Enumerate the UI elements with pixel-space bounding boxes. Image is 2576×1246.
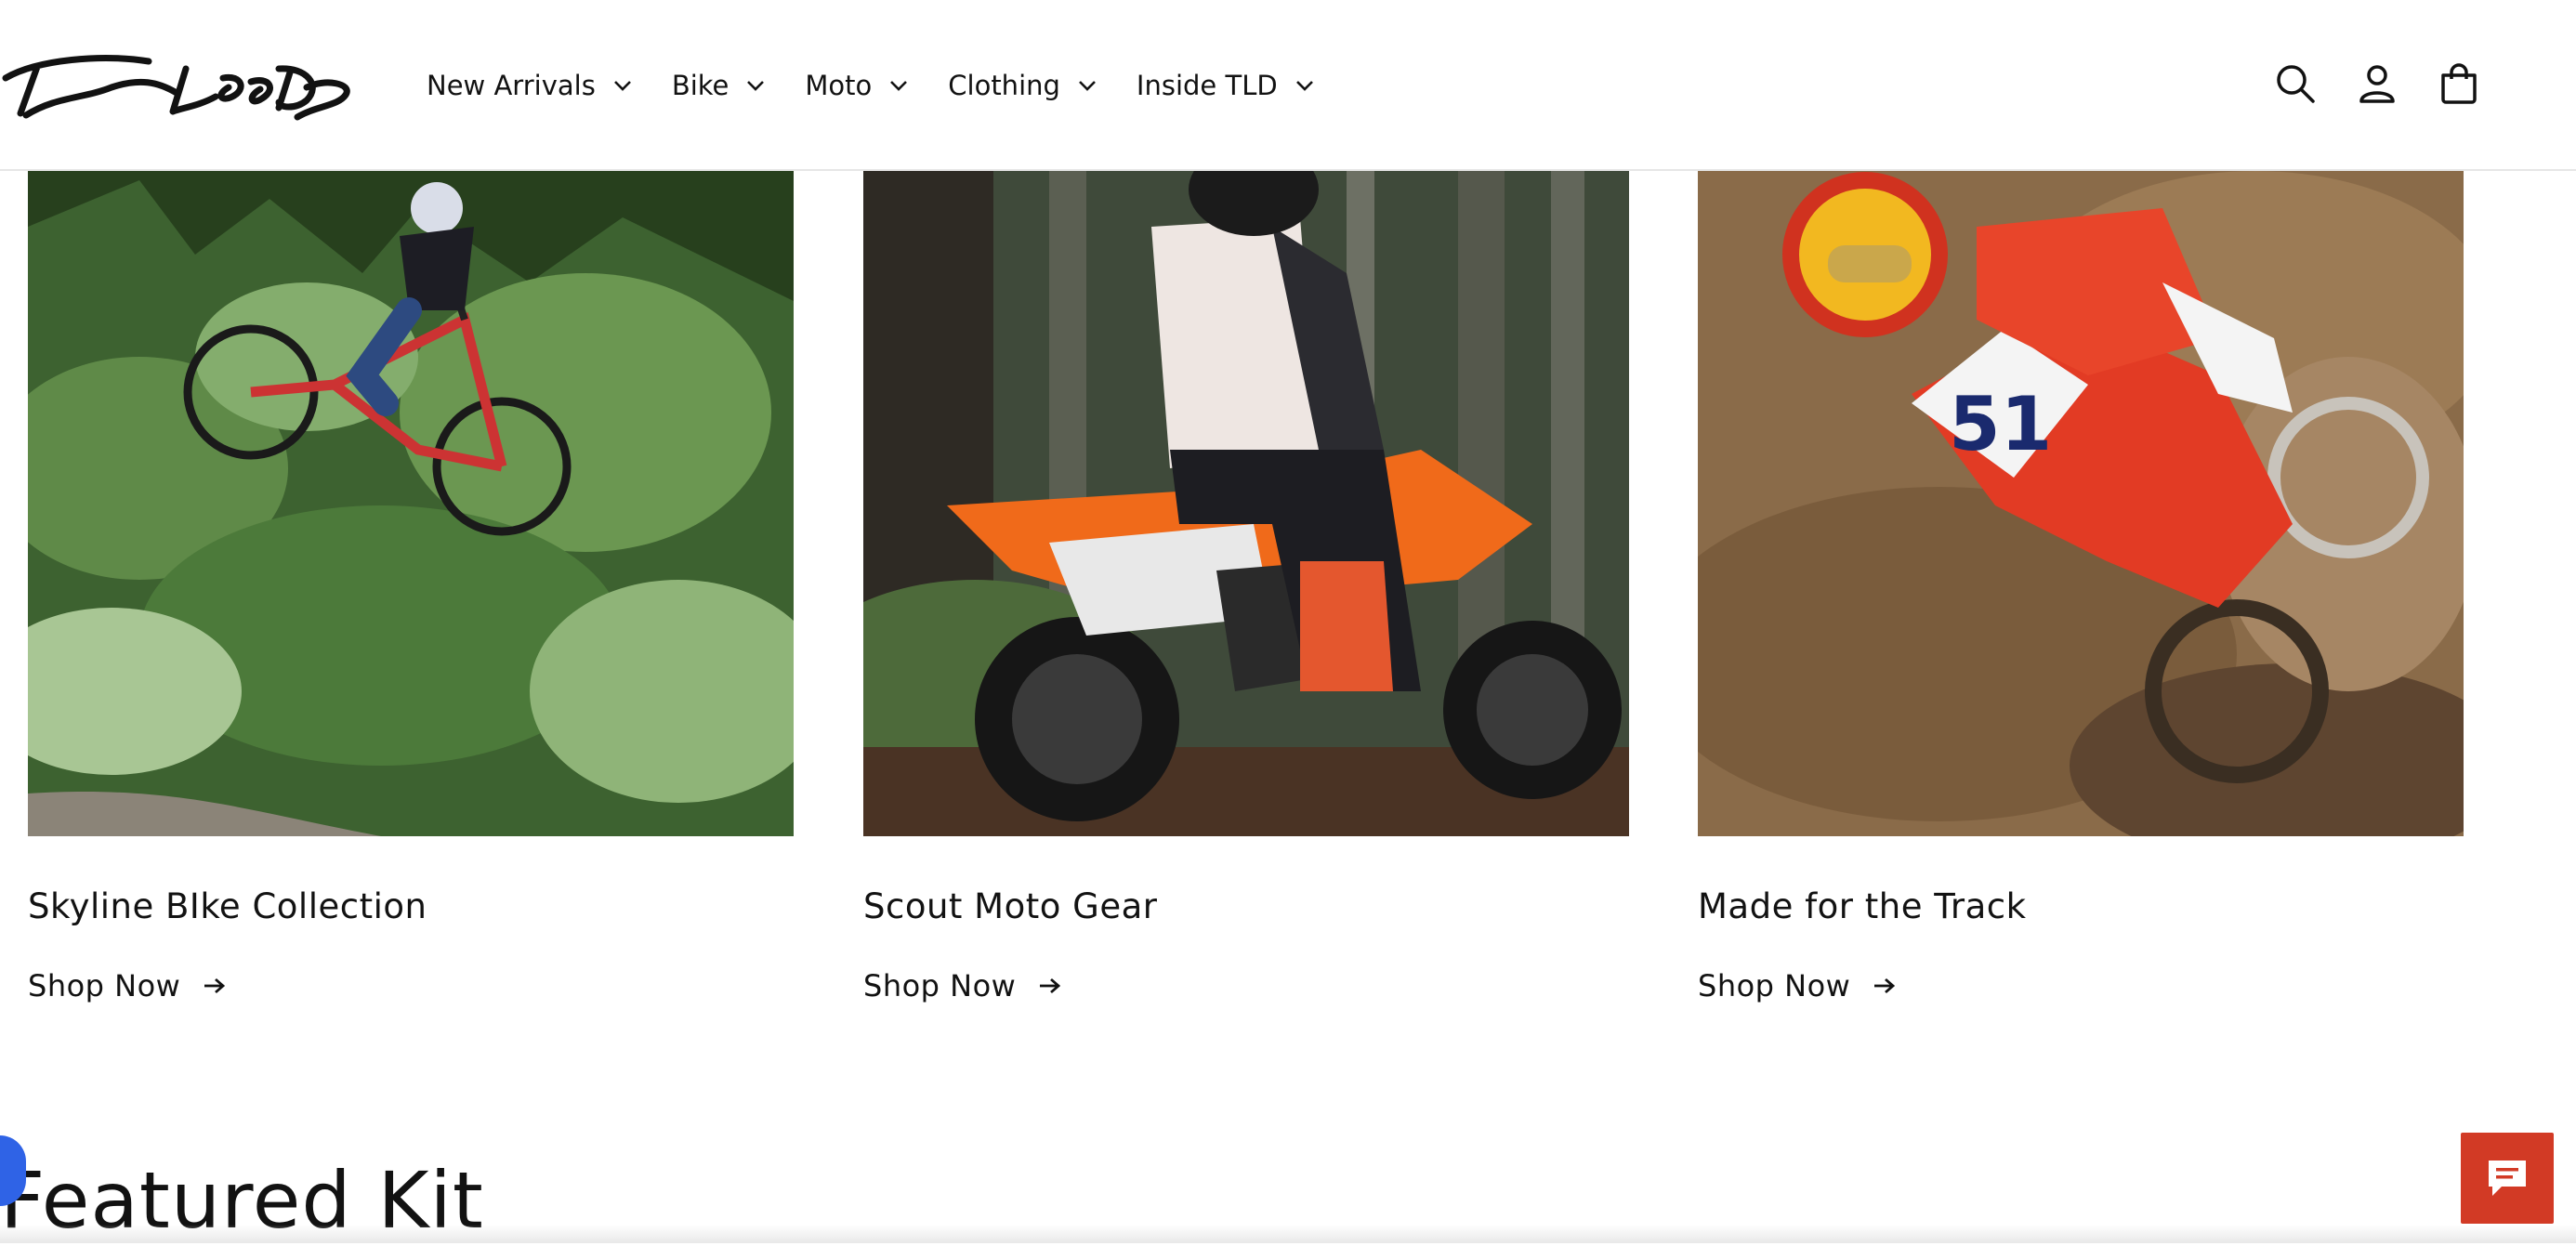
chat-icon bbox=[2489, 1161, 2526, 1196]
card-title[interactable]: Scout Moto Gear bbox=[863, 886, 1157, 926]
card-image[interactable]: 51 bbox=[1698, 171, 2464, 836]
nav-item-label: Bike bbox=[671, 70, 729, 101]
shop-now-label: Shop Now bbox=[863, 968, 1017, 1003]
site-header: New Arrivals Bike Moto Clothing Inside T… bbox=[0, 0, 2576, 171]
chevron-down-icon bbox=[1295, 81, 1313, 91]
troy-lee-designs-logo[interactable] bbox=[0, 41, 357, 130]
dirt-bike-forest-photo bbox=[863, 171, 1629, 836]
shop-now-label: Shop Now bbox=[1698, 968, 1851, 1003]
card-title[interactable]: Skyline BIke Collection bbox=[28, 886, 427, 926]
main-nav: New Arrivals Bike Moto Clothing Inside T… bbox=[427, 0, 1354, 171]
cart-button[interactable] bbox=[2431, 56, 2487, 111]
chat-button[interactable] bbox=[2461, 1133, 2554, 1224]
nav-item-label: New Arrivals bbox=[427, 70, 596, 101]
card-image[interactable] bbox=[863, 171, 1629, 836]
search-icon bbox=[2277, 65, 2315, 103]
header-icons bbox=[2267, 56, 2513, 111]
shop-now-link[interactable]: Shop Now bbox=[863, 968, 1062, 1003]
arrow-right-icon bbox=[1040, 977, 1061, 994]
nav-item-new-arrivals[interactable]: New Arrivals bbox=[427, 70, 633, 101]
nav-item-clothing[interactable]: Clothing bbox=[948, 70, 1097, 101]
cart-icon bbox=[2441, 63, 2477, 104]
arrow-right-icon bbox=[1874, 977, 1896, 994]
shop-now-link[interactable]: Shop Now bbox=[1698, 968, 1897, 1003]
svg-text:51: 51 bbox=[1949, 381, 2052, 467]
chevron-down-icon bbox=[890, 81, 908, 91]
account-icon bbox=[2359, 65, 2395, 103]
nav-item-moto[interactable]: Moto bbox=[805, 70, 909, 101]
bottom-shade bbox=[0, 1225, 2576, 1243]
motocross-track-photo: 51 bbox=[1698, 171, 2464, 836]
mountain-bike-photo bbox=[28, 171, 794, 836]
chevron-down-icon bbox=[1079, 81, 1096, 91]
shop-now-link[interactable]: Shop Now bbox=[28, 968, 227, 1003]
nav-item-label: Inside TLD bbox=[1136, 70, 1278, 101]
collection-card: Skyline BIke Collection Shop Now bbox=[28, 171, 794, 1003]
nav-item-inside-tld[interactable]: Inside TLD bbox=[1137, 70, 1315, 101]
nav-item-label: Clothing bbox=[948, 70, 1060, 101]
collection-card: Scout Moto Gear Shop Now bbox=[863, 171, 1629, 1003]
card-image[interactable] bbox=[28, 171, 794, 836]
collection-card: 51 Made for the Track Shop Now bbox=[1698, 171, 2464, 1003]
card-title[interactable]: Made for the Track bbox=[1698, 886, 2027, 926]
shop-now-label: Shop Now bbox=[28, 968, 181, 1003]
nav-item-label: Moto bbox=[805, 70, 873, 101]
search-button[interactable] bbox=[2267, 56, 2323, 111]
nav-item-bike[interactable]: Bike bbox=[672, 70, 767, 101]
account-button[interactable] bbox=[2349, 56, 2405, 111]
chevron-down-icon bbox=[613, 81, 631, 91]
chevron-down-icon bbox=[747, 81, 765, 91]
arrow-right-icon bbox=[204, 977, 226, 994]
